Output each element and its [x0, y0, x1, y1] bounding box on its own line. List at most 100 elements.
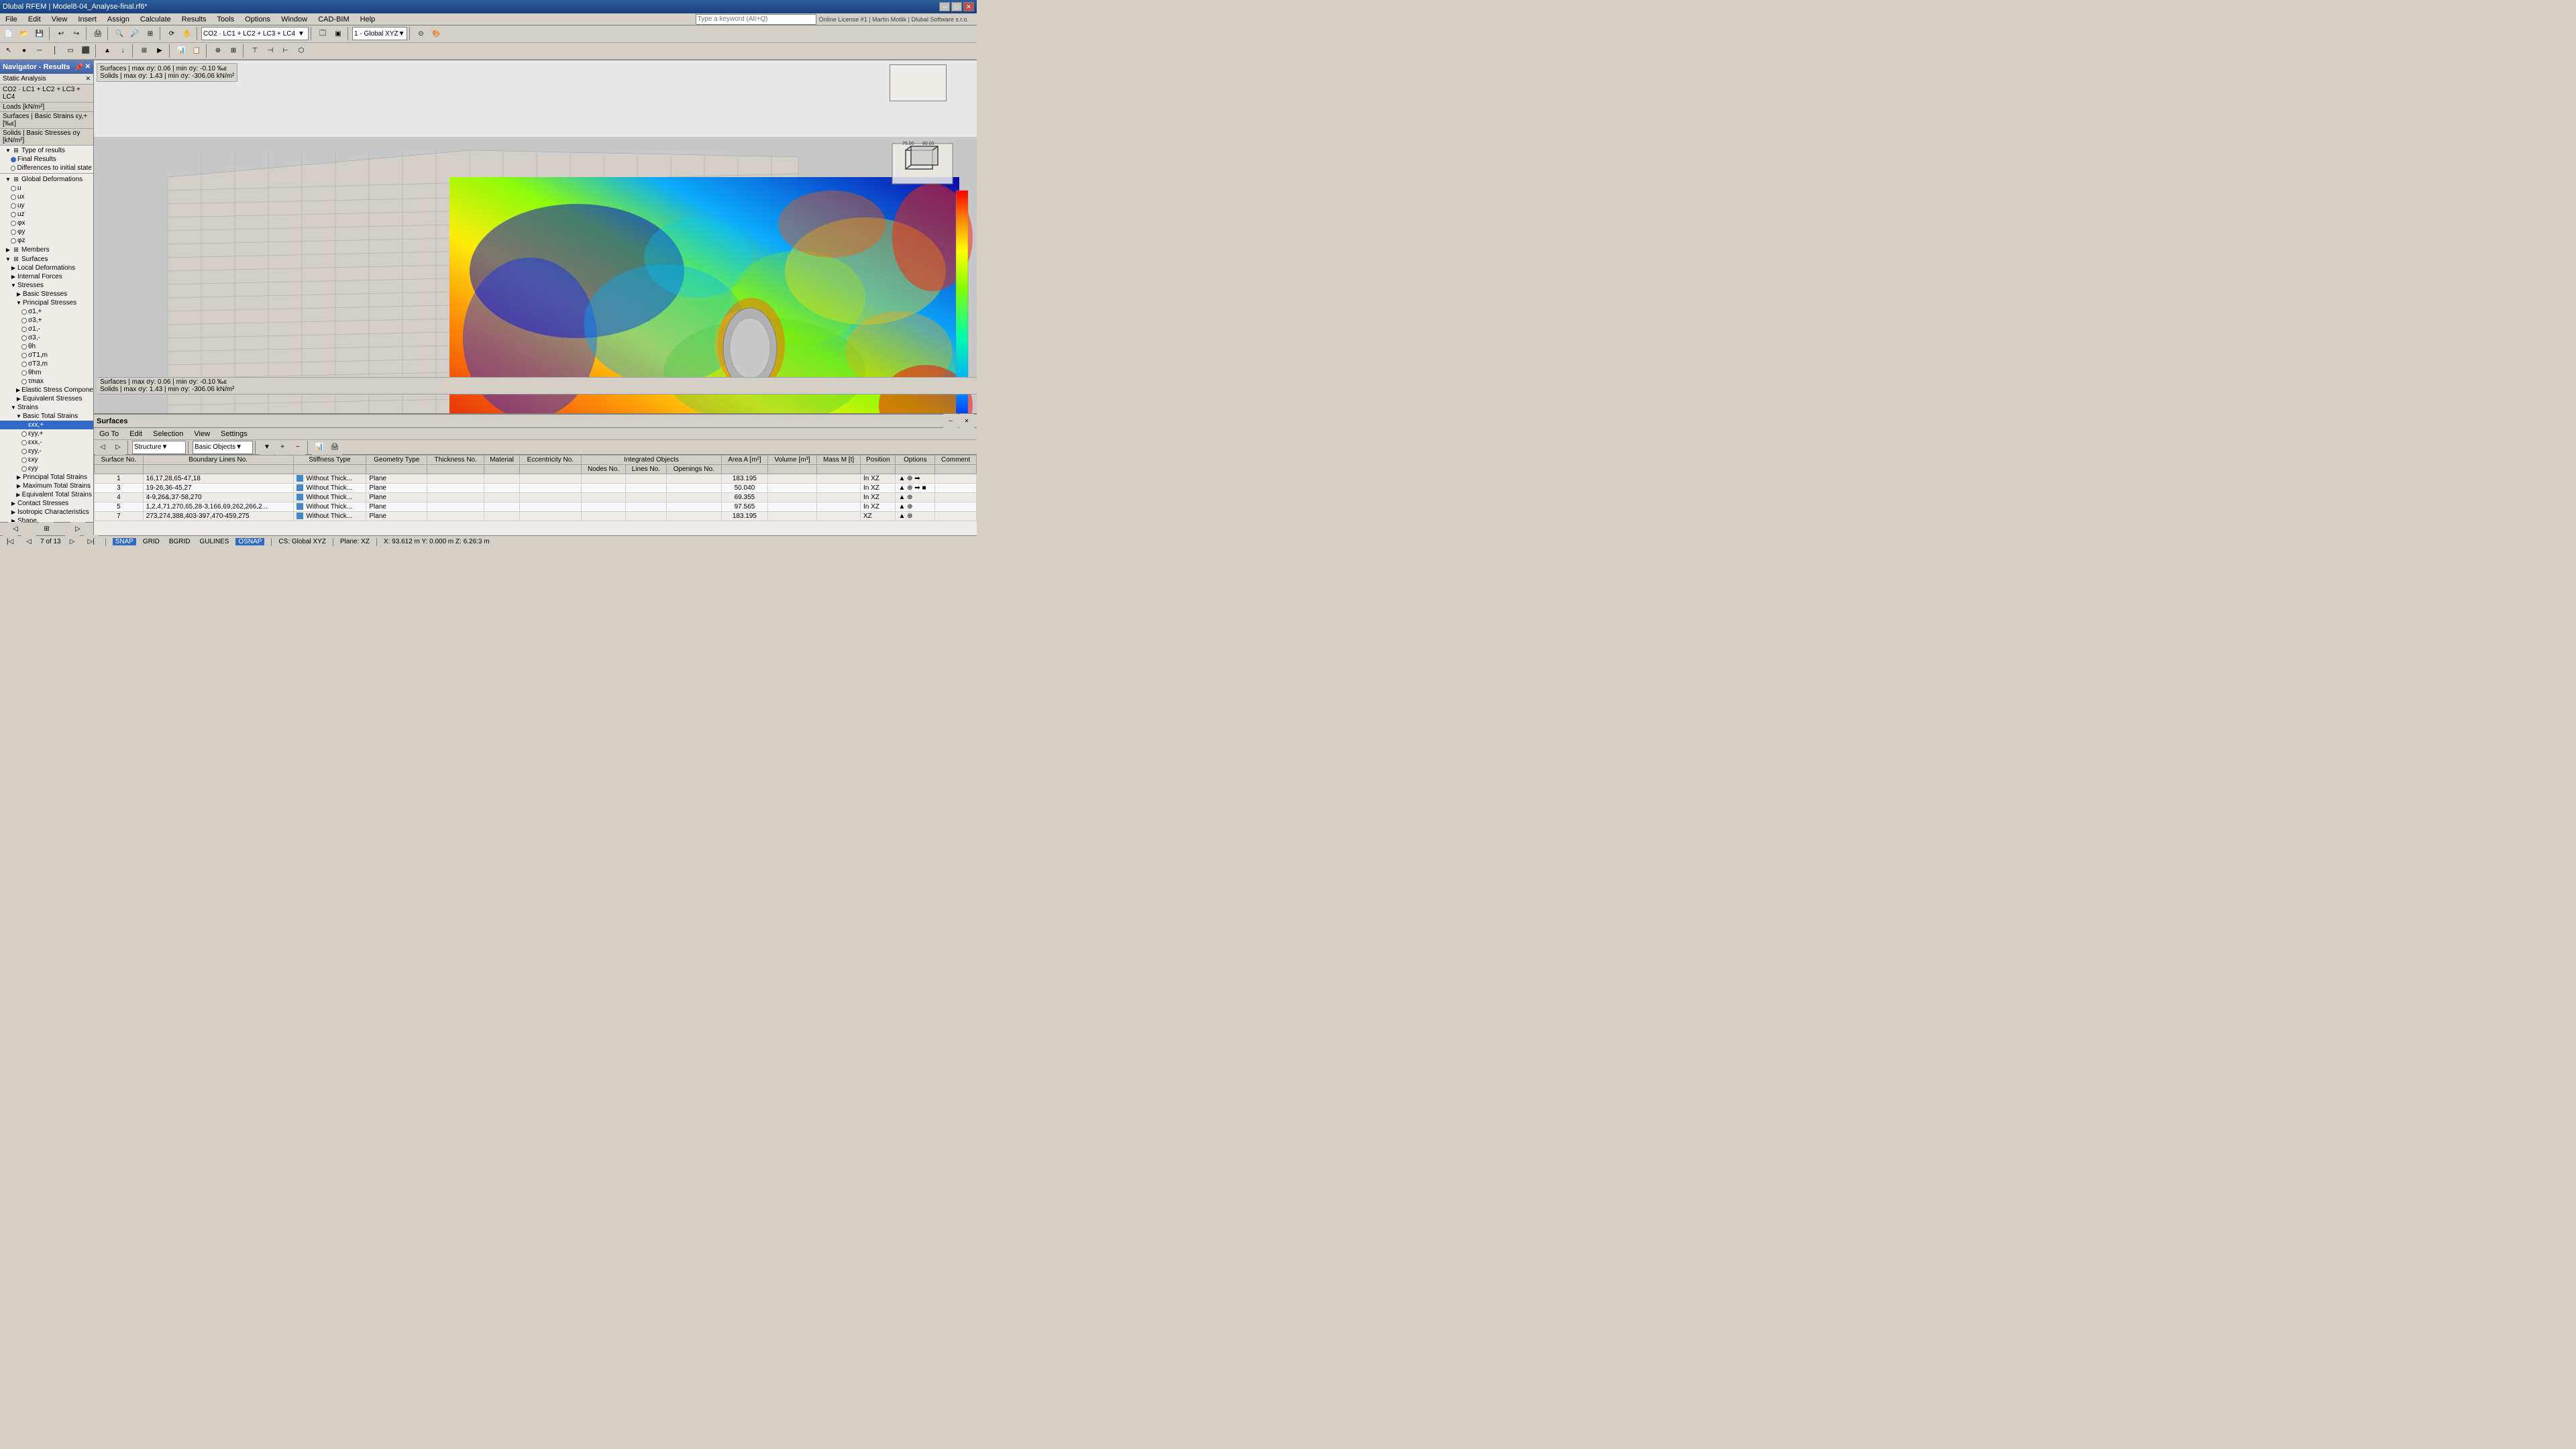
nav-equiv-stress[interactable]: ▶ Equivalent Stresses	[0, 394, 93, 403]
nav-isotropic[interactable]: ▶ Isotropic Characteristics	[0, 508, 93, 517]
nav-final-results[interactable]: Final Results	[0, 155, 93, 164]
tb-panel-del[interactable]: −	[290, 440, 305, 455]
menu-file[interactable]: File	[3, 15, 20, 24]
tb2-result-diagram[interactable]: 📊	[174, 44, 189, 58]
menu-view[interactable]: View	[49, 15, 70, 24]
navigator-pin-icon[interactable]: 📌	[74, 63, 84, 72]
bottom-menu-view[interactable]: View	[191, 429, 213, 439]
tb-panel-filter[interactable]: ▼	[260, 440, 274, 455]
snap-bgrid[interactable]: BGRID	[166, 538, 193, 545]
menu-calculate[interactable]: Calculate	[138, 15, 174, 24]
nav-s3p[interactable]: σ3,+	[0, 316, 93, 325]
nav-principal-stresses[interactable]: ▼ Principal Stresses	[0, 299, 93, 307]
tb2-load[interactable]: ↓	[115, 44, 130, 58]
navigator-close-icon[interactable]: ✕	[85, 63, 91, 72]
table-row[interactable]: 1 16,17,28,65-47,18 Without Thick... Pla…	[95, 474, 977, 484]
nav-st1m[interactable]: σT1,m	[0, 351, 93, 360]
view-dropdown[interactable]: 1 - Global XYZ ▼	[352, 27, 407, 40]
tb-undo[interactable]: ↩	[54, 26, 68, 41]
tb2-snap1[interactable]: ⊕	[211, 44, 225, 58]
nav-basic-stresses[interactable]: ▶ Basic Stresses	[0, 290, 93, 299]
tb-panel-next[interactable]: ▷	[111, 440, 125, 455]
nav-px[interactable]: φx	[0, 219, 93, 227]
tb-panel-add[interactable]: +	[275, 440, 290, 455]
tb-panel-prev[interactable]: ◁	[95, 440, 110, 455]
tb-open[interactable]: 📂	[17, 26, 32, 41]
nav-s3m[interactable]: σ3,-	[0, 333, 93, 342]
menu-window[interactable]: Window	[278, 15, 310, 24]
nav-eyy-m[interactable]: εyy,-	[0, 447, 93, 455]
tb2-line[interactable]: ─	[32, 44, 47, 58]
nav-strains[interactable]: ▼ Strains	[0, 403, 93, 412]
nav-type-of-results[interactable]: ▼ ⊞ Type of results	[0, 146, 93, 155]
nav-stresses[interactable]: ▼ Stresses	[0, 281, 93, 290]
nav-equiv-total[interactable]: ▶ Equivalent Total Strains	[0, 490, 93, 499]
bottom-menu-settings[interactable]: Settings	[218, 429, 250, 439]
menu-assign[interactable]: Assign	[105, 15, 132, 24]
basic-objects-dropdown[interactable]: Basic Objects ▼	[193, 441, 253, 454]
table-row[interactable]: 5 1,2,4,71,270,65,28-3,166,69,262,266,2.…	[95, 502, 977, 512]
tb-zoom-out[interactable]: 🔎	[127, 26, 142, 41]
nav-principal-total[interactable]: ▶ Principal Total Strains	[0, 473, 93, 482]
tb2-node[interactable]: ●	[17, 44, 32, 58]
menu-insert[interactable]: Insert	[75, 15, 99, 24]
nav-exx-m[interactable]: εxx,-	[0, 438, 93, 447]
nav-uy[interactable]: uy	[0, 201, 93, 210]
nav-thm[interactable]: θhm	[0, 368, 93, 377]
tb2-view-top[interactable]: ⊤	[248, 44, 262, 58]
nav-eyy-p[interactable]: εyy,+	[0, 429, 93, 438]
tb2-view-iso[interactable]: ⬡	[294, 44, 309, 58]
table-row[interactable]: 7 273,274,388,403-397,470-459,275 Withou…	[95, 512, 977, 521]
bottom-menu-selection[interactable]: Selection	[150, 429, 186, 439]
tb-views[interactable]: 🗔	[315, 26, 330, 41]
panel-minimize-btn[interactable]: ─	[943, 414, 958, 429]
nav-py[interactable]: φy	[0, 227, 93, 236]
tb-save[interactable]: 💾	[32, 26, 47, 41]
nav-bottom-btn3[interactable]: ▷	[70, 522, 85, 536]
nav-prev-btn[interactable]: ◁	[21, 535, 36, 549]
nav-members[interactable]: ▶ ⊞ Members	[0, 245, 93, 254]
nav-internal-forces[interactable]: ▶ Internal Forces	[0, 272, 93, 281]
nav-th[interactable]: θh	[0, 342, 93, 351]
nav-st3m[interactable]: σT3,m	[0, 360, 93, 368]
nav-pz[interactable]: φz	[0, 236, 93, 245]
search-input[interactable]	[696, 14, 816, 25]
tb-zoom-all[interactable]: ⊞	[143, 26, 158, 41]
nav-first-btn[interactable]: |◁	[3, 535, 17, 549]
nav-exx-p[interactable]: εxx,+	[0, 421, 93, 429]
nav-next-btn[interactable]: ▷	[65, 535, 80, 549]
tb-rotate[interactable]: ⟳	[164, 26, 179, 41]
tb-display[interactable]: ⊙	[414, 26, 429, 41]
nav-last-btn[interactable]: ▷|	[84, 535, 99, 549]
tb2-surface[interactable]: ▭	[63, 44, 78, 58]
table-row[interactable]: 3 19-26,36-45,27 Without Thick... Plane …	[95, 484, 977, 493]
load-combo-dropdown[interactable]: CO2 · LC1 + LC2 + LC3 + LC4 ▼	[201, 27, 309, 40]
tb2-result-table[interactable]: 📋	[189, 44, 204, 58]
tb2-member[interactable]: │	[48, 44, 62, 58]
nav-uz[interactable]: uz	[0, 210, 93, 219]
tb2-view-front[interactable]: ⊣	[263, 44, 278, 58]
nav-bottom-btn1[interactable]: ◁	[8, 522, 23, 536]
tb2-solid[interactable]: ⬛	[78, 44, 93, 58]
nav-contact[interactable]: ▶ Contact Stresses	[0, 499, 93, 508]
menu-cad-bim[interactable]: CAD-BIM	[315, 15, 352, 24]
tb-color[interactable]: 🎨	[429, 26, 444, 41]
nav-sub-close[interactable]: ✕	[85, 75, 91, 83]
bottom-menu-edit[interactable]: Edit	[127, 429, 145, 439]
nav-surfaces[interactable]: ▼ ⊞ Surfaces	[0, 254, 93, 264]
tb-new[interactable]: 📄	[1, 26, 16, 41]
tb-panel-print[interactable]: 🖨	[327, 440, 342, 455]
nav-u[interactable]: u	[0, 184, 93, 193]
tb2-mesh[interactable]: ⊞	[137, 44, 152, 58]
nav-ux[interactable]: ux	[0, 193, 93, 201]
nav-bottom-btn2[interactable]: ⊞	[39, 522, 54, 536]
tb2-select[interactable]: ↖	[1, 44, 16, 58]
tb-pan[interactable]: ✋	[180, 26, 195, 41]
menu-tools[interactable]: Tools	[214, 15, 237, 24]
menu-help[interactable]: Help	[358, 15, 378, 24]
structure-dropdown[interactable]: Structure ▼	[132, 441, 186, 454]
menu-results[interactable]: Results	[179, 15, 209, 24]
tb-print[interactable]: 🖨	[91, 26, 105, 41]
nav-tmax[interactable]: τmax	[0, 377, 93, 386]
snap-snap[interactable]: SNAP	[113, 538, 136, 545]
